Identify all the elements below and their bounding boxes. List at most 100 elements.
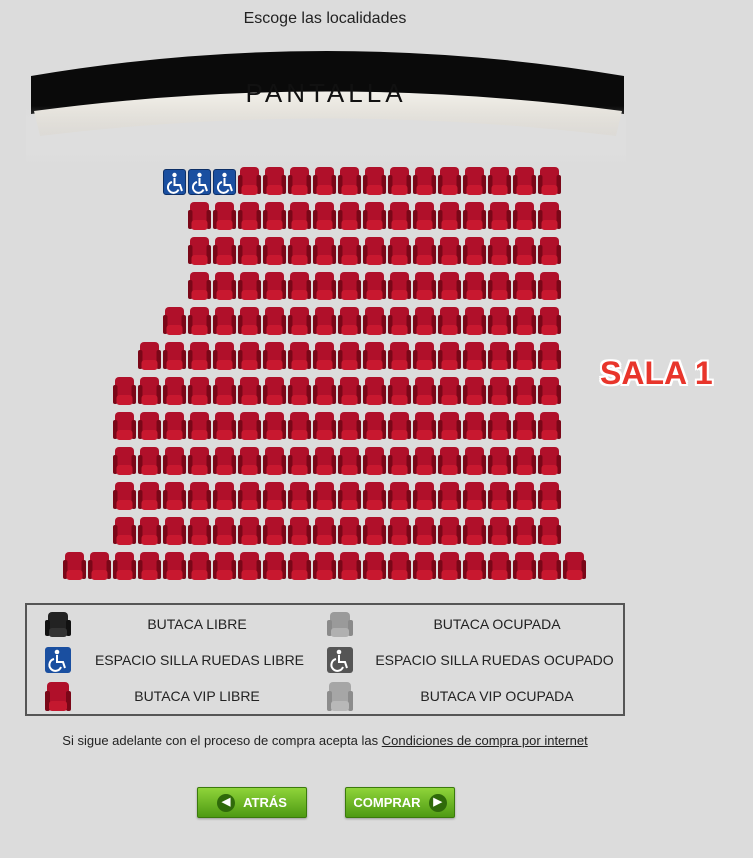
vip-seat[interactable]	[338, 201, 361, 231]
vip-seat[interactable]	[538, 376, 561, 406]
vip-seat[interactable]	[338, 376, 361, 406]
vip-seat[interactable]	[138, 341, 161, 371]
vip-seat[interactable]	[213, 411, 236, 441]
vip-seat[interactable]	[213, 551, 236, 581]
vip-seat[interactable]	[163, 516, 186, 546]
vip-seat[interactable]	[238, 411, 261, 441]
vip-seat[interactable]	[163, 551, 186, 581]
vip-seat[interactable]	[163, 306, 186, 336]
vip-seat[interactable]	[313, 376, 336, 406]
vip-seat[interactable]	[313, 271, 336, 301]
vip-seat[interactable]	[438, 271, 461, 301]
vip-seat[interactable]	[288, 446, 311, 476]
vip-seat[interactable]	[413, 481, 436, 511]
vip-seat[interactable]	[163, 446, 186, 476]
vip-seat[interactable]	[413, 341, 436, 371]
vip-seat[interactable]	[388, 551, 411, 581]
vip-seat[interactable]	[238, 201, 261, 231]
vip-seat[interactable]	[313, 201, 336, 231]
vip-seat[interactable]	[463, 166, 486, 196]
vip-seat[interactable]	[363, 516, 386, 546]
vip-seat[interactable]	[338, 236, 361, 266]
vip-seat[interactable]	[438, 341, 461, 371]
vip-seat[interactable]	[413, 551, 436, 581]
vip-seat[interactable]	[363, 236, 386, 266]
vip-seat[interactable]	[188, 201, 211, 231]
vip-seat[interactable]	[363, 376, 386, 406]
vip-seat[interactable]	[488, 341, 511, 371]
vip-seat[interactable]	[63, 551, 86, 581]
vip-seat[interactable]	[388, 411, 411, 441]
vip-seat[interactable]	[138, 411, 161, 441]
vip-seat[interactable]	[313, 341, 336, 371]
vip-seat[interactable]	[213, 341, 236, 371]
vip-seat[interactable]	[213, 376, 236, 406]
vip-seat[interactable]	[288, 481, 311, 511]
vip-seat[interactable]	[138, 376, 161, 406]
vip-seat[interactable]	[313, 516, 336, 546]
vip-seat[interactable]	[538, 341, 561, 371]
vip-seat[interactable]	[213, 201, 236, 231]
vip-seat[interactable]	[188, 271, 211, 301]
vip-seat[interactable]	[413, 271, 436, 301]
vip-seat[interactable]	[238, 481, 261, 511]
vip-seat[interactable]	[263, 306, 286, 336]
vip-seat[interactable]	[263, 341, 286, 371]
vip-seat[interactable]	[288, 411, 311, 441]
vip-seat[interactable]	[513, 306, 536, 336]
vip-seat[interactable]	[238, 236, 261, 266]
vip-seat[interactable]	[463, 201, 486, 231]
vip-seat[interactable]	[513, 341, 536, 371]
vip-seat[interactable]	[413, 516, 436, 546]
vip-seat[interactable]	[263, 271, 286, 301]
vip-seat[interactable]	[213, 271, 236, 301]
vip-seat[interactable]	[263, 516, 286, 546]
vip-seat[interactable]	[338, 166, 361, 196]
vip-seat[interactable]	[463, 446, 486, 476]
wheelchair-space-icon[interactable]	[163, 169, 186, 195]
vip-seat[interactable]	[288, 516, 311, 546]
vip-seat[interactable]	[338, 341, 361, 371]
vip-seat[interactable]	[363, 411, 386, 441]
wheelchair-space-icon[interactable]	[213, 169, 236, 195]
vip-seat[interactable]	[338, 271, 361, 301]
vip-seat[interactable]	[538, 446, 561, 476]
vip-seat[interactable]	[163, 411, 186, 441]
vip-seat[interactable]	[538, 201, 561, 231]
vip-seat[interactable]	[538, 166, 561, 196]
conditions-link[interactable]: Condiciones de compra por internet	[382, 733, 588, 748]
vip-seat[interactable]	[213, 236, 236, 266]
vip-seat[interactable]	[138, 481, 161, 511]
vip-seat[interactable]	[488, 516, 511, 546]
vip-seat[interactable]	[288, 236, 311, 266]
vip-seat[interactable]	[363, 166, 386, 196]
vip-seat[interactable]	[313, 551, 336, 581]
vip-seat[interactable]	[513, 376, 536, 406]
vip-seat[interactable]	[538, 236, 561, 266]
vip-seat[interactable]	[163, 376, 186, 406]
vip-seat[interactable]	[488, 236, 511, 266]
vip-seat[interactable]	[538, 271, 561, 301]
vip-seat[interactable]	[188, 446, 211, 476]
vip-seat[interactable]	[238, 551, 261, 581]
vip-seat[interactable]	[513, 271, 536, 301]
vip-seat[interactable]	[463, 516, 486, 546]
vip-seat[interactable]	[338, 516, 361, 546]
vip-seat[interactable]	[513, 201, 536, 231]
vip-seat[interactable]	[463, 376, 486, 406]
vip-seat[interactable]	[388, 481, 411, 511]
vip-seat[interactable]	[488, 551, 511, 581]
vip-seat[interactable]	[313, 411, 336, 441]
vip-seat[interactable]	[413, 236, 436, 266]
vip-seat[interactable]	[138, 551, 161, 581]
vip-seat[interactable]	[238, 376, 261, 406]
vip-seat[interactable]	[163, 481, 186, 511]
vip-seat[interactable]	[188, 341, 211, 371]
vip-seat[interactable]	[463, 271, 486, 301]
vip-seat[interactable]	[288, 271, 311, 301]
vip-seat[interactable]	[463, 551, 486, 581]
vip-seat[interactable]	[263, 551, 286, 581]
vip-seat[interactable]	[363, 446, 386, 476]
vip-seat[interactable]	[488, 411, 511, 441]
vip-seat[interactable]	[563, 551, 586, 581]
